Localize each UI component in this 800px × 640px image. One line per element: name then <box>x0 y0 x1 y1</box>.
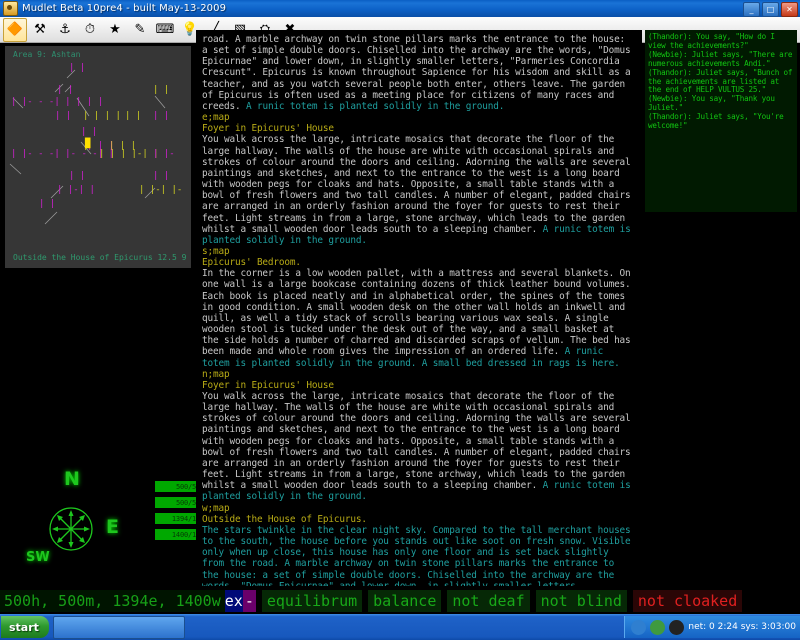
console-paragraph: road. A marble archway on twin stone pil… <box>202 34 636 112</box>
keys-button[interactable]: ⌨ <box>153 18 177 42</box>
mudlet-app-window: Mudlet Beta 10pre4 - built May-13-2009 _… <box>0 0 800 640</box>
console-room-title: Outside the House of Epicurus. <box>202 513 367 525</box>
chat-line: (Thandor): Juliet says, "You're welcome!… <box>648 112 788 131</box>
mapper-area-label: Area 9: Ashtan <box>13 50 81 59</box>
connect-button[interactable]: 🔶 <box>3 17 27 42</box>
map-room-marker[interactable]: | | <box>153 86 169 95</box>
console-room-title: Foyer in Epicurus' House <box>202 123 334 135</box>
map-room-marker[interactable]: | |-| | <box>57 186 95 195</box>
triggers-button[interactable]: ⚒ <box>28 18 52 42</box>
prompt-tag-equilibrum: equilibrum <box>261 590 363 612</box>
buttons-button[interactable]: ★ <box>103 18 127 42</box>
tray-volume-icon[interactable] <box>669 619 685 635</box>
map-room-marker[interactable]: █ <box>85 140 90 149</box>
buttons-icon: ★ <box>109 22 121 37</box>
map-room-marker[interactable]: | |- <box>153 150 175 159</box>
window-title: Mudlet Beta 10pre4 - built May-13-2009 <box>22 3 227 14</box>
console-command-echo: w;map <box>202 502 230 514</box>
map-room-marker[interactable]: | | <box>81 128 97 137</box>
console-paragraph: In the corner is a low wooden pallet, wi… <box>202 268 636 368</box>
mapper-pane[interactable]: | | | | | | | |- - -| | | | | | | | | | | | | |… <box>5 46 191 268</box>
prompt-dash-flag: - <box>242 590 256 612</box>
mapper-canvas[interactable]: | | | | | | | |- - -| | | | | | | | | | | | | |… <box>5 46 191 268</box>
compass-north-label[interactable]: N <box>64 468 80 490</box>
start-button[interactable]: start <box>1 616 49 638</box>
map-room-marker[interactable]: | | <box>69 172 85 181</box>
system-tray: net: 0 2:24 sys: 3:03:00 <box>624 616 800 638</box>
console-room-title: Epicurus' Bedroom. <box>202 257 301 269</box>
map-room-marker[interactable]: | | <box>55 112 71 121</box>
maximize-button[interactable]: □ <box>762 2 779 17</box>
tray-network-icon[interactable] <box>631 619 647 635</box>
prompt-tag-not-cloaked: not cloaked <box>632 590 743 612</box>
console-body-text: In the corner is a low wooden pallet, wi… <box>202 268 637 358</box>
status-prompt-bar: 500h, 500m, 1394e, 1400w ex - equilibrum ba… <box>0 588 800 614</box>
compass-east-label[interactable]: E <box>106 516 119 538</box>
prompt-tag-balance: balance <box>368 590 442 612</box>
taskbar-item-mudlet[interactable] <box>52 615 185 639</box>
compass-southwest-label[interactable]: SW <box>26 550 50 565</box>
console-command-echo: s;map <box>202 245 230 257</box>
chat-line: (Newbie): Juliet says, "There are numero… <box>648 49 797 68</box>
prompt-vitals: 500h, 500m, 1394e, 1400w <box>0 590 225 612</box>
connect-icon: 🔶 <box>6 22 24 37</box>
console-paragraph: You walk across the large, intricate mos… <box>202 134 636 246</box>
map-room-marker[interactable]: | | <box>153 112 169 121</box>
console-command-echo: n;map <box>202 368 230 380</box>
console-room-title: Foyer in Epicurus' House <box>202 379 334 391</box>
prompt-ex-flag: ex <box>224 590 243 612</box>
tray-display-icon[interactable] <box>650 619 666 635</box>
map-room-marker[interactable]: | | | |-| | <box>99 150 159 159</box>
chat-console[interactable]: (Thandor): You say, "How do I view the a… <box>645 30 797 212</box>
main-console[interactable]: road. A marble archway on twin stone pil… <box>196 30 642 586</box>
map-room-marker[interactable]: | | <box>57 86 73 95</box>
map-room-marker[interactable]: | | <box>69 64 85 73</box>
close-button[interactable]: ✕ <box>781 2 798 17</box>
keys-icon: ⌨ <box>155 22 175 37</box>
aliases-button[interactable]: ⚓ <box>53 18 77 42</box>
prompt-tag-not-blind: not blind <box>535 590 627 612</box>
map-room-marker[interactable]: | | <box>153 172 169 181</box>
map-room-marker[interactable]: | |- - -| | | | | <box>11 98 103 107</box>
map-room-marker[interactable]: | | | | <box>83 112 121 121</box>
mapper-edge-filler <box>191 46 195 268</box>
mudlet-logo-icon <box>3 1 18 16</box>
console-body-text: You walk across the large, intricate mos… <box>202 391 637 492</box>
map-room-marker[interactable]: | | <box>125 112 141 121</box>
triggers-icon: ⚒ <box>34 22 46 37</box>
chat-line: (Newbie): You say, "Thank you Juliet." <box>648 94 780 113</box>
scripts-button[interactable]: ✎ <box>128 18 152 42</box>
minimize-button[interactable]: _ <box>743 2 760 17</box>
compass-rose-icon[interactable] <box>48 506 94 552</box>
window-controls: _ □ ✕ <box>743 2 798 17</box>
console-paragraph: You walk across the large, intricate mos… <box>202 391 636 503</box>
tray-clock: net: 0 2:24 sys: 3:03:00 <box>688 622 796 632</box>
chat-line: (Thandor): You say, "How do I view the a… <box>648 32 780 50</box>
timers-icon: ⏱ <box>84 22 96 37</box>
scripts-icon: ✎ <box>134 22 146 37</box>
mapper-room-label: Outside the House of Epicurus 12.5 9 <box>13 253 187 262</box>
console-body-text: You walk across the large, intricate mos… <box>202 134 637 235</box>
console-paragraph: The stars twinkle in the clear night sky… <box>202 525 636 586</box>
windows-taskbar: start net: 0 2:24 sys: 3:03:00 <box>0 614 800 640</box>
map-room-marker[interactable]: | | <box>39 200 55 209</box>
chat-line: (Thandor): Juliet says, "Bunch of the ac… <box>648 67 797 95</box>
prompt-tag-not-deaf: not deaf <box>447 590 530 612</box>
aliases-icon: ⚓ <box>59 22 71 37</box>
window-titlebar[interactable]: Mudlet Beta 10pre4 - built May-13-2009 _… <box>0 0 800 17</box>
map-room-marker[interactable]: | |-| |- <box>139 186 182 195</box>
console-object-text: A runic totem is planted solidly in the … <box>245 100 505 112</box>
console-object-text: The stars twinkle in the clear night sky… <box>202 524 631 586</box>
timers-button[interactable]: ⏱ <box>78 18 102 42</box>
compass-widget[interactable]: N E SW <box>8 460 148 580</box>
console-command-echo: e;map <box>202 112 230 124</box>
